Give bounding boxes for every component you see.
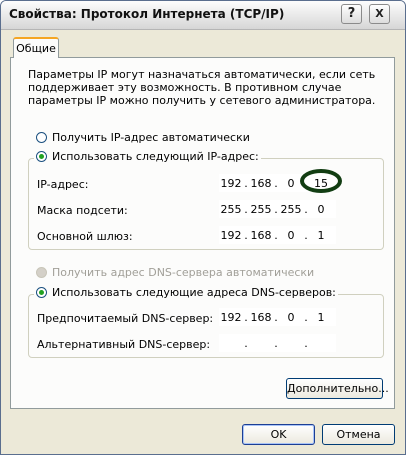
alternate-dns-label: Альтернативный DNS-сервер: bbox=[37, 338, 211, 351]
dns1-octet-1: 192 bbox=[220, 310, 242, 324]
highlight-circle bbox=[300, 169, 342, 193]
tcpip-properties-dialog: Свойства: Протокол Интернета (TCP/IP) ? … bbox=[0, 0, 406, 455]
general-tab-panel: Параметры IP могут назначаться автоматич… bbox=[10, 57, 395, 409]
window-title: Свойства: Протокол Интернета (TCP/IP) bbox=[9, 7, 285, 21]
dns1-octet-4: 1 bbox=[317, 310, 325, 324]
radio-unchecked-icon bbox=[36, 132, 47, 143]
description-text: Параметры IP могут назначаться автоматич… bbox=[28, 68, 376, 107]
gateway-octet-2: 168 bbox=[250, 228, 272, 242]
preferred-dns-field[interactable]: 192. 168. 0. 1 bbox=[219, 308, 336, 326]
alternate-dns-field[interactable]: . . . bbox=[219, 334, 336, 352]
title-bar: Свойства: Протокол Интернета (TCP/IP) ? … bbox=[1, 1, 405, 30]
ip-octet-2: 168 bbox=[250, 176, 272, 190]
dns-auto-radio: Получить адрес DNS-сервера автоматически bbox=[36, 266, 314, 279]
radio-checked-icon bbox=[36, 287, 47, 298]
ip-octet-1: 192 bbox=[220, 176, 242, 190]
gateway-octet-4: 1 bbox=[317, 228, 325, 242]
subnet-mask-field[interactable]: 255. 255. 255. 0 bbox=[219, 200, 336, 218]
mask-octet-4: 0 bbox=[317, 202, 325, 216]
ip-auto-radio[interactable]: Получить IP-адрес автоматически bbox=[36, 131, 250, 144]
dns1-octet-3: 0 bbox=[287, 310, 295, 324]
ok-button[interactable]: OK bbox=[242, 424, 315, 445]
dns-auto-label: Получить адрес DNS-сервера автоматически bbox=[52, 266, 315, 279]
dns-manual-label: Использовать следующие адреса DNS-сервер… bbox=[52, 286, 336, 299]
help-button[interactable]: ? bbox=[341, 4, 362, 24]
mask-octet-3: 255 bbox=[280, 202, 302, 216]
ip-address-label: IP-адрес: bbox=[37, 178, 89, 191]
dns1-octet-2: 168 bbox=[250, 310, 272, 324]
gateway-octet-1: 192 bbox=[220, 228, 242, 242]
ip-manual-label: Использовать следующий IP-адрес: bbox=[52, 150, 259, 163]
advanced-button[interactable]: Дополнительно... bbox=[286, 378, 389, 399]
gateway-octet-3: 0 bbox=[287, 228, 295, 242]
cancel-button[interactable]: Отмена bbox=[322, 424, 395, 445]
mask-octet-2: 255 bbox=[250, 202, 272, 216]
preferred-dns-label: Предпочитаемый DNS-сервер: bbox=[37, 312, 214, 325]
subnet-mask-label: Маска подсети: bbox=[37, 204, 128, 217]
radio-checked-icon bbox=[36, 151, 47, 162]
ip-manual-radio[interactable]: Использовать следующий IP-адрес: bbox=[34, 150, 261, 163]
ip-auto-label: Получить IP-адрес автоматически bbox=[52, 131, 250, 144]
radio-disabled-icon bbox=[36, 267, 47, 278]
gateway-field[interactable]: 192. 168. 0. 1 bbox=[219, 226, 336, 244]
close-button[interactable]: X bbox=[369, 4, 390, 24]
gateway-label: Основной шлюз: bbox=[37, 230, 133, 243]
mask-octet-1: 255 bbox=[220, 202, 242, 216]
dns-manual-radio[interactable]: Использовать следующие адреса DNS-сервер… bbox=[34, 286, 338, 299]
tab-general[interactable]: Общие bbox=[13, 37, 59, 58]
